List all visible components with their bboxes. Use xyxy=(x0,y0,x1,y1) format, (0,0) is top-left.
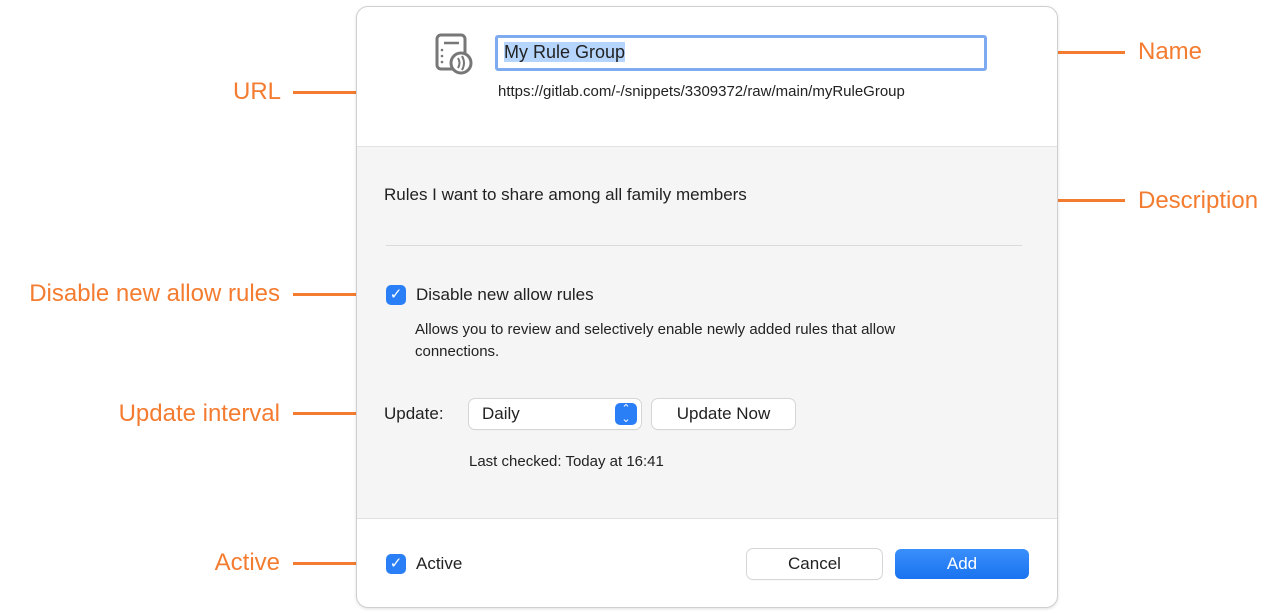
details-panel: Rules I want to share among all family m… xyxy=(357,146,1057,519)
update-now-button[interactable]: Update Now xyxy=(652,399,795,429)
annotation-name: Name xyxy=(1138,38,1203,65)
rule-group-subscription-icon xyxy=(435,33,473,75)
url-text: https://gitlab.com/-/snippets/3309372/ra… xyxy=(498,83,905,100)
disable-new-allow-rules-label: Disable new allow rules xyxy=(416,285,594,304)
rule-group-dialog: My Rule Group https://gitlab.com/-/snipp… xyxy=(356,6,1058,608)
update-label: Update: xyxy=(384,404,444,423)
active-checkbox[interactable]: ✓ xyxy=(386,554,406,574)
disable-new-allow-rules-checkbox[interactable]: ✓ xyxy=(386,285,406,305)
annotation-disable-new-allow-rules: Disable new allow rules xyxy=(29,280,280,307)
name-input[interactable]: My Rule Group xyxy=(495,35,987,71)
name-value: My Rule Group xyxy=(504,42,626,62)
annotation-update-interval: Update interval xyxy=(118,400,280,427)
description-text[interactable]: Rules I want to share among all family m… xyxy=(384,185,747,205)
annotation-description: Description xyxy=(1138,187,1259,214)
add-button[interactable]: Add xyxy=(895,549,1029,579)
divider xyxy=(386,245,1022,246)
annotation-url: URL xyxy=(233,78,282,105)
last-checked-text: Last checked: Today at 16:41 xyxy=(469,453,664,470)
disable-new-allow-rules-help: Allows you to review and selectively ena… xyxy=(415,321,896,360)
update-interval-select[interactable]: Daily ⌃ ⌄ xyxy=(469,399,641,429)
cancel-button[interactable]: Cancel xyxy=(747,549,882,579)
chevron-up-down-icon: ⌃ ⌄ xyxy=(615,403,637,425)
annotation-active: Active xyxy=(214,549,280,576)
update-interval-value: Daily xyxy=(482,404,520,423)
active-label: Active xyxy=(416,554,463,573)
